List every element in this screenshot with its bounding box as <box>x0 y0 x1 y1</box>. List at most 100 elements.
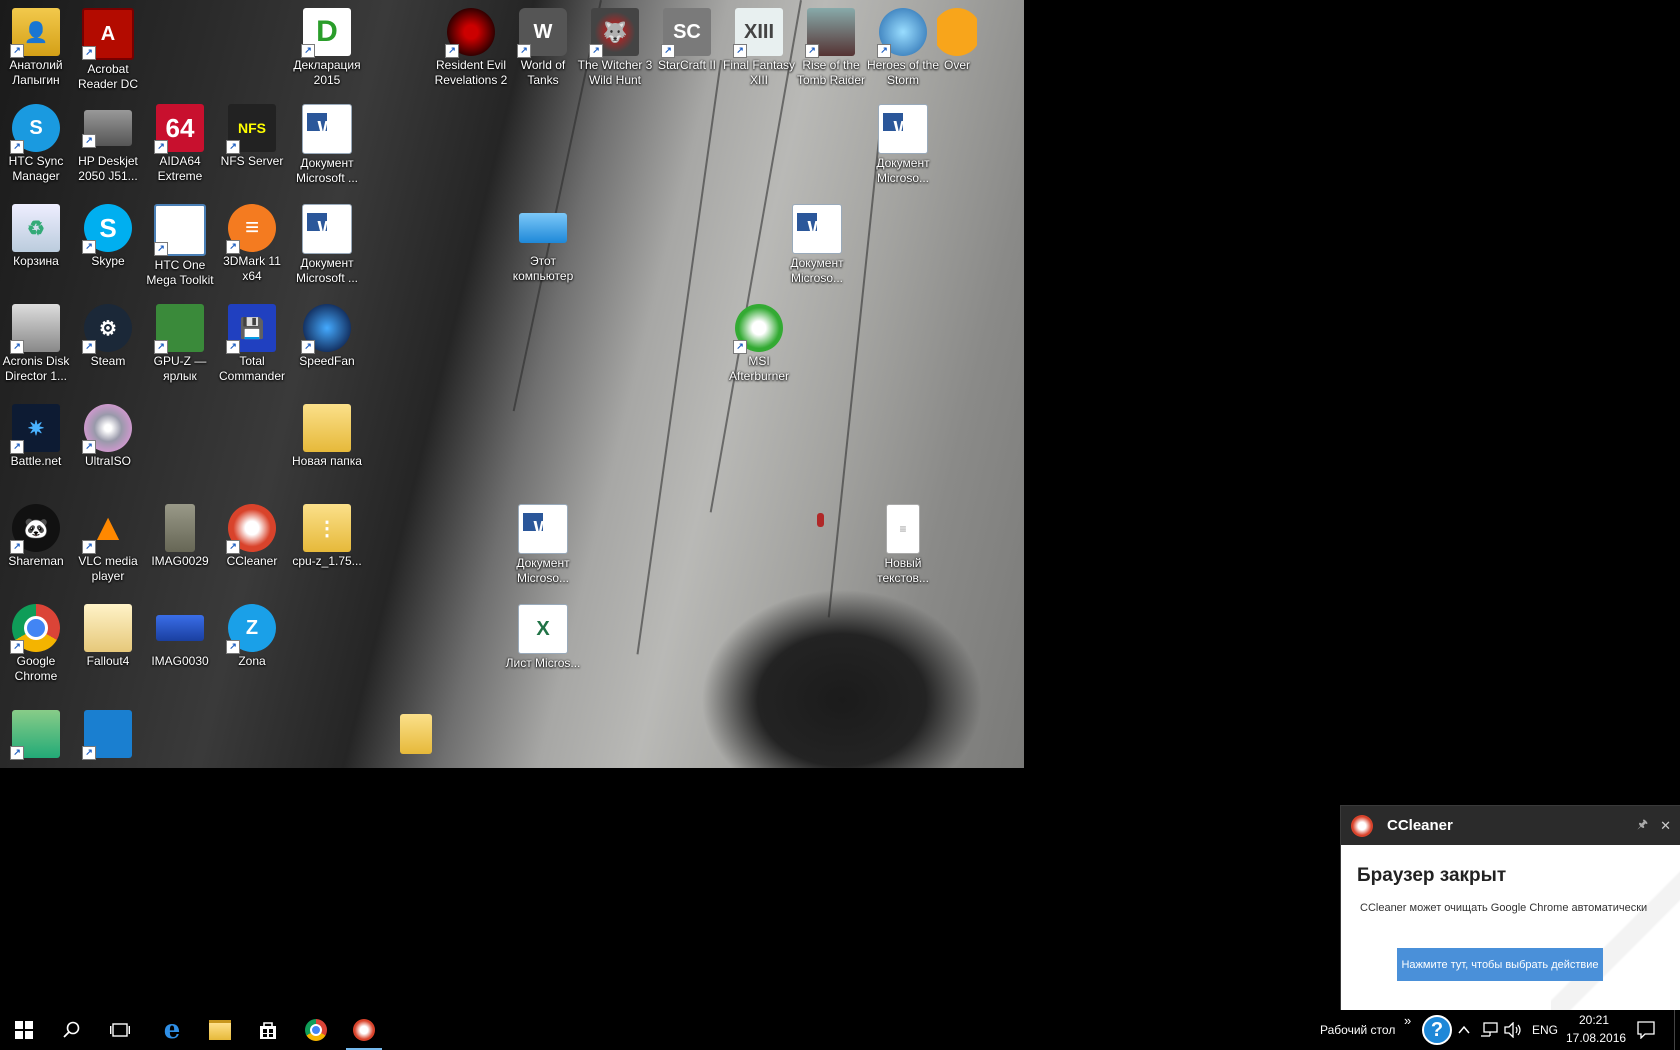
desktop-icon-this-pc[interactable]: Этот компьютер <box>505 204 581 284</box>
desktop-icon-msi-afterburner[interactable]: ↗ MSI Afterburner <box>721 304 797 384</box>
desktop-icon-witcher[interactable]: 🐺 ↗ The Witcher 3 Wild Hunt <box>577 8 653 88</box>
desktop-icon-ff13[interactable]: XIII ↗ Final Fantasy XIII <box>721 8 797 88</box>
desktop-icon-total-commander[interactable]: 💾 ↗ Total Commander <box>214 304 290 384</box>
zip-folder-icon: ⋮ <box>303 504 351 552</box>
network-icon[interactable] <box>1480 1022 1498 1038</box>
image-file-icon <box>156 615 204 641</box>
desktop-icon-doc1[interactable]: W Документ Microsoft ... <box>289 104 365 186</box>
starcraft-icon: SC ↗ <box>661 8 711 58</box>
file-explorer-button[interactable] <box>196 1010 244 1050</box>
desktop-icon-doc2[interactable]: W Документ Microso... <box>865 104 941 186</box>
desktop-icon-htc-toolkit[interactable]: ↗ HTC One Mega Toolkit <box>142 204 218 288</box>
desktop-toolbar-label[interactable]: Рабочий стол <box>1320 1023 1395 1037</box>
show-hidden-icons-icon[interactable] <box>1458 1025 1470 1035</box>
desktop-icon-doc4[interactable]: W Документ Microso... <box>779 204 855 286</box>
desktop-icon-vlc[interactable]: ▲ ↗ VLC media player <box>70 504 146 584</box>
volume-icon[interactable] <box>1504 1022 1522 1038</box>
toolbar-chevron-icon[interactable]: » <box>1404 1013 1411 1028</box>
aida64-icon: 64 ↗ <box>154 104 204 154</box>
word-document-icon: W <box>792 204 842 254</box>
desktop-icon-new-folder[interactable]: Новая папка <box>289 404 365 469</box>
word-document-icon: W <box>878 104 928 154</box>
ccleaner-taskbar-button[interactable] <box>340 1010 388 1050</box>
desktop-icon-starcraft[interactable]: SC ↗ StarCraft II <box>649 8 725 73</box>
desktop-icon-fallout4[interactable]: Fallout4 <box>70 604 146 669</box>
chrome-taskbar-button[interactable] <box>292 1010 340 1050</box>
file-explorer-icon <box>209 1020 231 1040</box>
desktop-icon-excel[interactable]: X Лист Micros... <box>505 604 581 671</box>
desktop-icon-htc-sync[interactable]: S ↗ HTC Sync Manager <box>0 104 74 184</box>
desktop-icon-printer[interactable]: ↗ HP Deskjet 2050 J51... <box>70 104 146 184</box>
notification-app-name: CCleaner <box>1387 817 1453 834</box>
ccleaner-icon <box>353 1019 375 1041</box>
desktop-icon-imag0029[interactable]: IMAG0029 <box>142 504 218 569</box>
folder-icon <box>303 404 351 452</box>
steam-icon: ⚙ ↗ <box>82 304 132 354</box>
desktop-icon-acrobat[interactable]: A ↗ Acrobat Reader DC <box>70 8 146 92</box>
help-glyph: ? <box>1430 1018 1444 1041</box>
text-document-icon: ≡ <box>886 504 920 554</box>
desktop-icon-folder-bottom[interactable] <box>378 714 454 754</box>
acronis-icon: ↗ <box>10 304 60 354</box>
desktop-icon-acronis[interactable]: ↗ Acronis Disk Director 1... <box>0 304 74 384</box>
desktop-icon-steam[interactable]: ⚙ ↗ Steam <box>70 304 146 369</box>
desktop-icon-doc3[interactable]: W Документ Microsoft ... <box>289 204 365 286</box>
desktop-icon-hots[interactable]: ↗ Heroes of the Storm <box>865 8 941 88</box>
desktop-icon-disk-cleanup[interactable]: ↗ <box>0 710 74 760</box>
desktop-icon-nfs[interactable]: NFS ↗ NFS Server <box>214 104 290 169</box>
action-center-icon[interactable] <box>1637 1021 1655 1039</box>
ccleaner-notification: CCleaner 🖈 ✕ Браузер закрыт CCleaner мож… <box>1340 805 1680 1012</box>
desktop-icon-doc5[interactable]: W Документ Microso... <box>505 504 581 586</box>
folder-icon <box>400 714 432 754</box>
clock-date[interactable]: 17.08.2016 <box>1566 1031 1626 1045</box>
desktop-icon-new-text[interactable]: ≡ Новый текстов... <box>865 504 941 586</box>
broom-watermark-icon <box>1551 855 1680 1011</box>
desktop-icon-declaration[interactable]: D ↗ Декларация 2015 <box>289 8 365 88</box>
desktop-icon-zona[interactable]: Z ↗ Zona <box>214 604 290 669</box>
input-language[interactable]: ENG <box>1532 1023 1558 1037</box>
notification-header: CCleaner 🖈 ✕ <box>1341 806 1680 845</box>
desktop-icon-aida64[interactable]: 64 ↗ AIDA64 Extreme <box>142 104 218 184</box>
desktop-icon-imag0030[interactable]: IMAG0030 <box>142 604 218 669</box>
close-icon[interactable]: ✕ <box>1660 818 1671 834</box>
help-icon[interactable]: ? <box>1422 1015 1452 1045</box>
edge-button[interactable]: e <box>148 1010 196 1050</box>
overwatch-icon <box>937 8 977 56</box>
desktop-icon-ultraiso[interactable]: ↗ UltraISO <box>70 404 146 469</box>
pin-icon[interactable]: 🖈 <box>1637 815 1648 836</box>
desktop-icon-cpuz-zip[interactable]: ⋮ cpu-z_1.75... <box>289 504 365 569</box>
search-button[interactable] <box>48 1010 96 1050</box>
start-button[interactable] <box>0 1010 48 1050</box>
desktop-icon-wot[interactable]: W ↗ World of Tanks <box>505 8 581 88</box>
desktop-icon-ccleaner[interactable]: ↗ CCleaner <box>214 504 290 569</box>
clock-time[interactable]: 20:21 <box>1579 1013 1609 1027</box>
declaration-icon: D ↗ <box>301 8 351 58</box>
desktop-icon-resident-evil[interactable]: ↗ Resident Evil Revelations 2 <box>433 8 509 88</box>
desktop-icon-skype[interactable]: S ↗ Skype <box>70 204 146 269</box>
desktop-icon-gpuz[interactable]: ↗ GPU-Z — ярлык <box>142 304 218 384</box>
desktop-icon-overwatch[interactable]: Over <box>937 8 977 73</box>
choose-action-button[interactable]: Нажмите тут, чтобы выбрать действие <box>1397 948 1603 981</box>
heroes-of-the-storm-icon: ↗ <box>877 8 927 58</box>
desktop-icon-anatoly[interactable]: 👤 ↗ Анатолий Лапыгин <box>0 8 74 88</box>
desktop-icon-speedfan[interactable]: ↗ SpeedFan <box>289 304 365 369</box>
desktop-icon-recycle-bin[interactable]: ♻ Корзина <box>0 204 74 269</box>
word-document-icon: W <box>518 504 568 554</box>
folder-icon <box>84 604 132 652</box>
gpu-z-icon: ↗ <box>154 304 204 354</box>
task-view-button[interactable] <box>96 1010 144 1050</box>
show-desktop-button[interactable] <box>1674 1010 1680 1050</box>
htc-sync-icon: S ↗ <box>10 104 60 154</box>
total-commander-icon: 💾 ↗ <box>226 304 276 354</box>
desktop-icon-remote[interactable]: ↗ <box>70 710 146 760</box>
desktop-icon-battlenet[interactable]: ✷ ↗ Battle.net <box>0 404 74 469</box>
battlenet-icon: ✷ ↗ <box>10 404 60 454</box>
desktop-icon-tomb-raider[interactable]: ↗ Rise of the Tomb Raider <box>793 8 869 88</box>
chrome-icon <box>305 1019 327 1041</box>
acrobat-icon: A ↗ <box>82 8 134 60</box>
store-button[interactable] <box>244 1010 292 1050</box>
desktop-icon-3dmark[interactable]: ≡ ↗ 3DMark 11 x64 <box>214 204 290 284</box>
desktop-icon-chrome[interactable]: ↗ Google Chrome <box>0 604 74 684</box>
desktop-icon-shareman[interactable]: 🐼 ↗ Shareman <box>0 504 74 569</box>
this-pc-icon <box>519 213 567 243</box>
